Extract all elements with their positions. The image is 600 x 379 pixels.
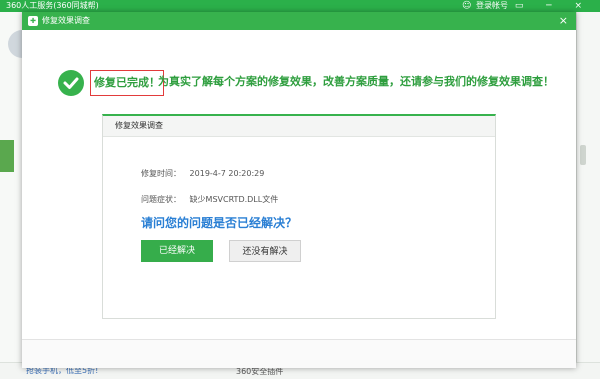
symptom-value: 缺少MSVCRTD.DLL文件 <box>189 195 279 204</box>
user-icon[interactable]: ☺ <box>462 0 471 12</box>
dialog-footer <box>22 339 576 368</box>
dialog-titlebar: ✚ 修复效果调查 × <box>22 12 576 30</box>
repair-time-value: 2019-4-7 20:20:29 <box>189 169 265 178</box>
survey-card: 修复效果调查 修复时间： 2019-4-7 20:20:29 问题症状： 缺少M… <box>102 114 496 319</box>
resolved-question: 请问您的问题是否已经解决？ <box>141 216 298 230</box>
resolved-button[interactable]: 已经解决 <box>141 240 213 262</box>
repair-time-label: 修复时间： <box>141 169 181 178</box>
background-side-tab <box>0 140 14 172</box>
dialog-title: 修复效果调查 <box>42 16 90 25</box>
app-logo-icon: ✚ <box>28 16 38 26</box>
scrollbar-handle[interactable] <box>580 145 586 165</box>
symptom-row: 问题症状： 缺少MSVCRTD.DLL文件 <box>141 194 278 205</box>
background-titlebar: 360人工服务(360同城帮) ☺ 登录帐号 ▭ ─ × <box>0 0 600 12</box>
not-resolved-button[interactable]: 还没有解决 <box>229 240 301 262</box>
repair-survey-dialog: ✚ 修复效果调查 × 修复已完成！ 为真实了解每个方案的修复效果，改善方案质量，… <box>22 12 576 368</box>
window-controls[interactable]: ▭ ─ × <box>515 0 592 12</box>
close-icon[interactable]: × <box>559 12 568 30</box>
card-header: 修复效果调查 <box>103 116 495 137</box>
result-row: 修复已完成！ 为真实了解每个方案的修复效果，改善方案质量，还请参与我们的修复效果… <box>58 70 558 98</box>
symptom-label: 问题症状： <box>141 195 181 204</box>
survey-invite-message: 为真实了解每个方案的修复效果，改善方案质量，还请参与我们的修复效果调查！ <box>158 75 554 88</box>
repair-done-label: 修复已完成！ <box>90 70 164 96</box>
repair-time-row: 修复时间： 2019-4-7 20:20:29 <box>141 168 264 179</box>
background-right-panel <box>576 12 600 378</box>
login-button[interactable]: 登录帐号 <box>476 0 508 12</box>
check-icon <box>58 70 84 96</box>
background-left-panel <box>0 12 23 378</box>
background-app-title: 360人工服务(360同城帮) <box>6 1 99 10</box>
